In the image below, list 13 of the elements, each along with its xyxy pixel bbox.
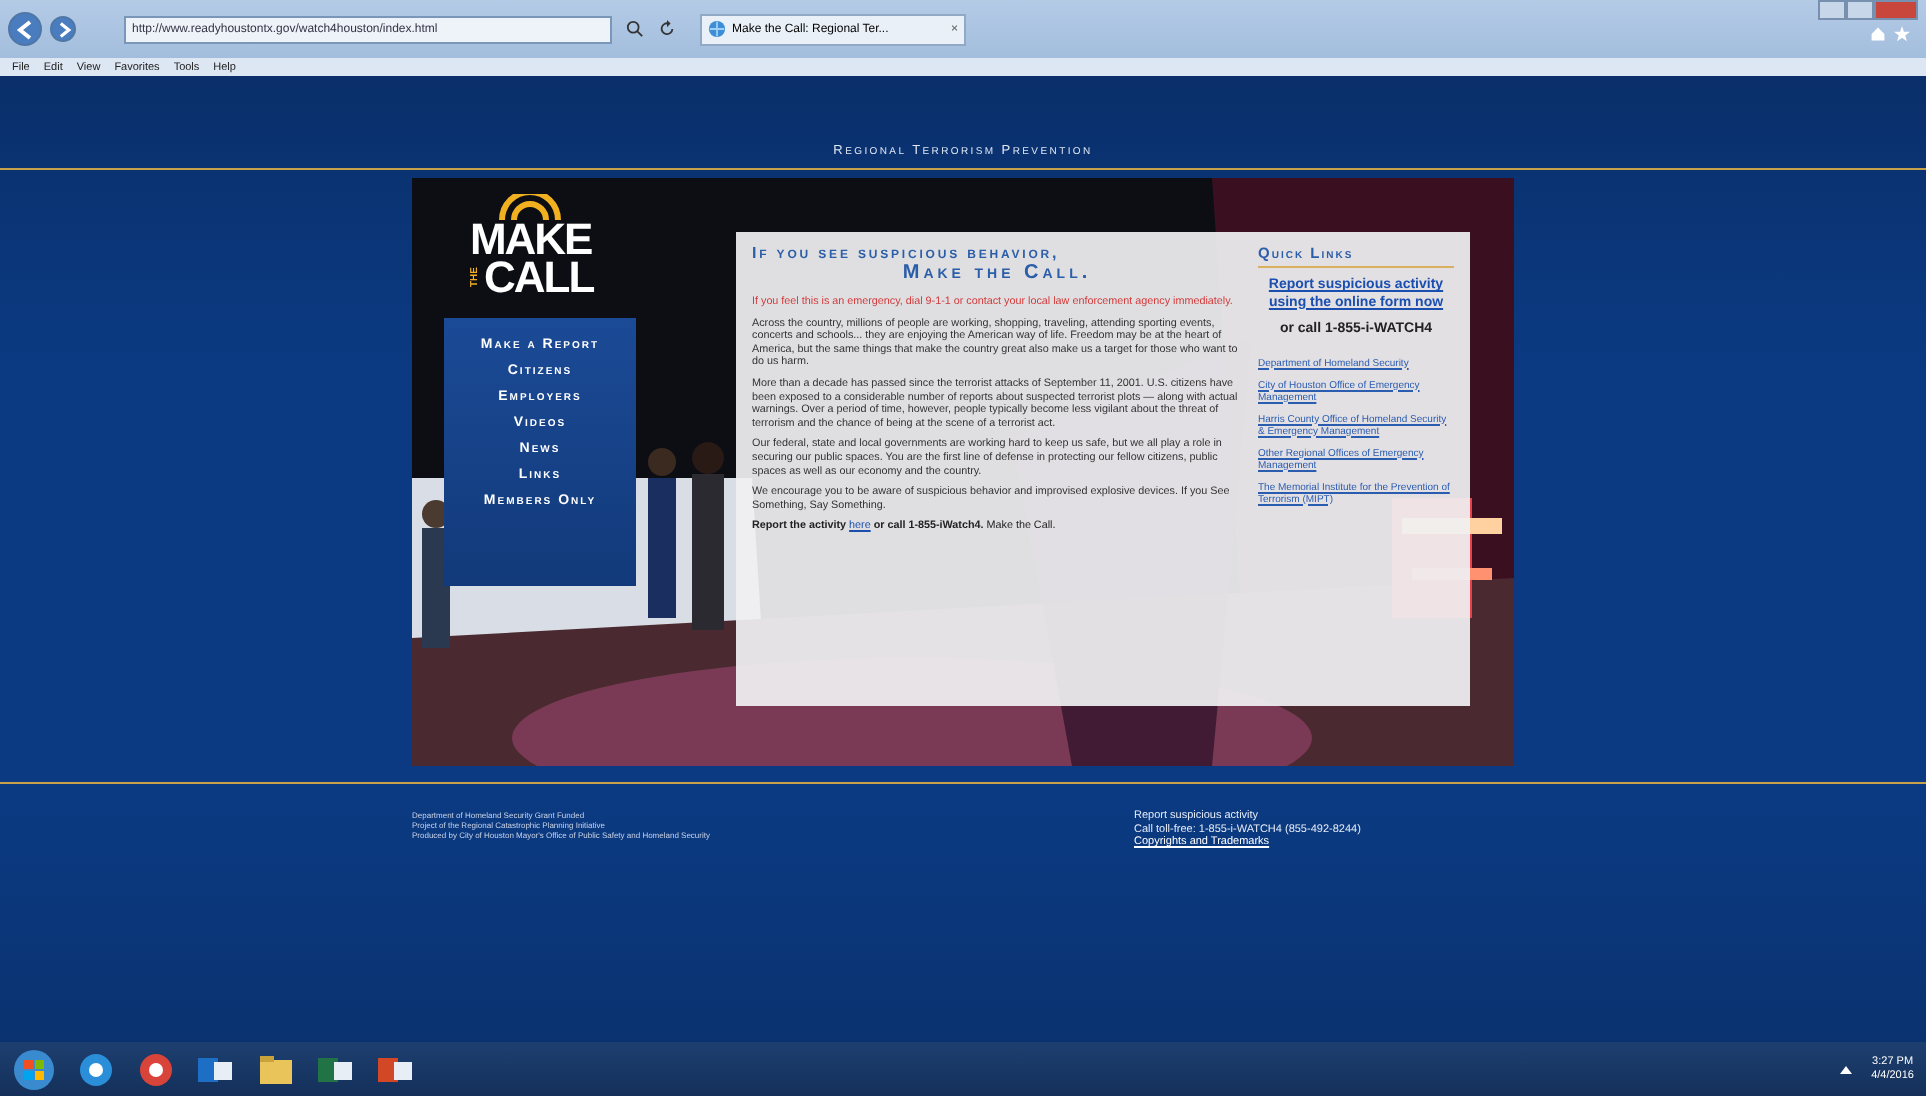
taskbar-app-icon[interactable] (76, 1049, 116, 1089)
signal-icon (494, 194, 567, 222)
headline: If you see suspicious behavior, (752, 244, 1062, 262)
refresh-icon[interactable] (658, 20, 676, 38)
tray-arrow-icon[interactable] (1839, 1063, 1852, 1075)
search-icon[interactable] (626, 20, 644, 38)
headline: Make the Call. (900, 262, 1094, 284)
taskbar-app-icon[interactable] (136, 1049, 176, 1089)
star-icon[interactable] (1894, 26, 1910, 42)
forward-button[interactable] (50, 16, 76, 42)
back-button[interactable] (8, 12, 42, 46)
globe-icon (708, 20, 726, 38)
start-button[interactable] (12, 1047, 56, 1091)
